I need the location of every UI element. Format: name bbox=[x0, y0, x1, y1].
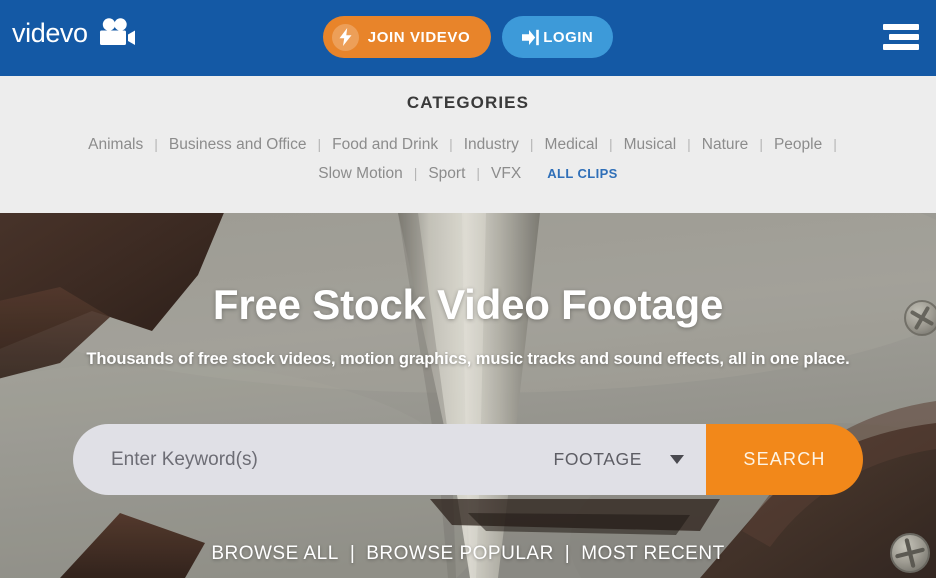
sign-in-arrow-icon bbox=[522, 29, 541, 46]
all-clips-link[interactable]: ALL CLIPS bbox=[547, 166, 618, 181]
category-link-musical[interactable]: Musical bbox=[624, 136, 677, 153]
chevron-down-icon bbox=[670, 455, 684, 464]
category-link-slow-motion[interactable]: Slow Motion bbox=[318, 165, 402, 182]
category-link-sport[interactable]: Sport bbox=[428, 165, 465, 182]
category-link-people[interactable]: People bbox=[774, 136, 822, 153]
category-separator: | bbox=[687, 136, 691, 152]
category-separator: | bbox=[449, 136, 453, 152]
category-separator: | bbox=[608, 136, 613, 152]
category-separator: | bbox=[529, 136, 534, 152]
hamburger-bar bbox=[883, 24, 919, 30]
hero-title: Free Stock Video Footage bbox=[212, 281, 724, 328]
hamburger-bar bbox=[883, 44, 919, 50]
category-link-vfx[interactable]: VFX bbox=[491, 165, 521, 182]
categories-links: Animals | Business and Office | Food and Dri… bbox=[0, 130, 936, 188]
category-link-medical[interactable]: Medical bbox=[545, 136, 598, 153]
category-separator: | bbox=[833, 136, 837, 152]
category-separator: | bbox=[413, 165, 418, 181]
search-bar: FOOTAGE SEARCH bbox=[73, 424, 863, 495]
videvo-homepage: videvo JOIN VIDEVO LOGIN CATEGORIES Anim… bbox=[0, 0, 936, 578]
categories-title: CATEGORIES bbox=[406, 93, 530, 112]
site-header: videvo JOIN VIDEVO LOGIN bbox=[0, 0, 936, 76]
category-link-business-and-office[interactable]: Business and Office bbox=[169, 136, 307, 153]
category-separator: | bbox=[317, 136, 322, 152]
search-input-container bbox=[73, 424, 548, 495]
search-input[interactable] bbox=[111, 448, 548, 471]
category-separator: | bbox=[154, 136, 158, 152]
browse-popular-link[interactable]: BROWSE POPULAR bbox=[366, 543, 554, 564]
header-cta-group: JOIN VIDEVO LOGIN bbox=[0, 16, 936, 58]
browse-links: BROWSE ALL | BROWSE POPULAR | MOST RECENT bbox=[0, 543, 936, 565]
join-videvo-button[interactable]: JOIN VIDEVO bbox=[322, 16, 492, 58]
most-recent-link[interactable]: MOST RECENT bbox=[581, 543, 724, 564]
category-link-nature[interactable]: Nature bbox=[702, 136, 749, 153]
search-button[interactable]: SEARCH bbox=[706, 424, 863, 495]
join-videvo-label: JOIN VIDEVO bbox=[367, 28, 471, 46]
browse-separator: | bbox=[349, 543, 356, 564]
category-link-food-and-drink[interactable]: Food and Drink bbox=[332, 136, 438, 153]
category-separator: | bbox=[476, 165, 481, 181]
hamburger-menu-icon[interactable] bbox=[883, 20, 919, 54]
lightning-bolt-icon bbox=[331, 23, 359, 51]
categories-bar: CATEGORIES Animals | Business and Office | F… bbox=[0, 76, 936, 213]
login-label: LOGIN bbox=[543, 28, 594, 46]
category-separator: | bbox=[759, 136, 763, 152]
browse-separator: | bbox=[564, 543, 571, 564]
browse-all-link[interactable]: BROWSE ALL bbox=[211, 543, 339, 564]
hamburger-bar bbox=[889, 34, 919, 40]
hero-section: Free Stock Video Footage Thousands of fr… bbox=[0, 213, 936, 578]
hero-subtitle: Thousands of free stock videos, motion g… bbox=[86, 350, 850, 368]
search-type-dropdown[interactable]: FOOTAGE bbox=[547, 424, 706, 495]
search-type-label: FOOTAGE bbox=[553, 449, 642, 469]
hero-content: Free Stock Video Footage Thousands of fr… bbox=[0, 213, 936, 578]
login-button[interactable]: LOGIN bbox=[502, 16, 614, 58]
category-link-industry[interactable]: Industry bbox=[464, 136, 519, 153]
categories-row-1: Animals | Business and Office | Food and Dri… bbox=[0, 130, 936, 159]
categories-row-2: Slow Motion | Sport | VFX ALL CLIPS bbox=[0, 159, 936, 188]
category-link-animals[interactable]: Animals bbox=[88, 136, 143, 153]
